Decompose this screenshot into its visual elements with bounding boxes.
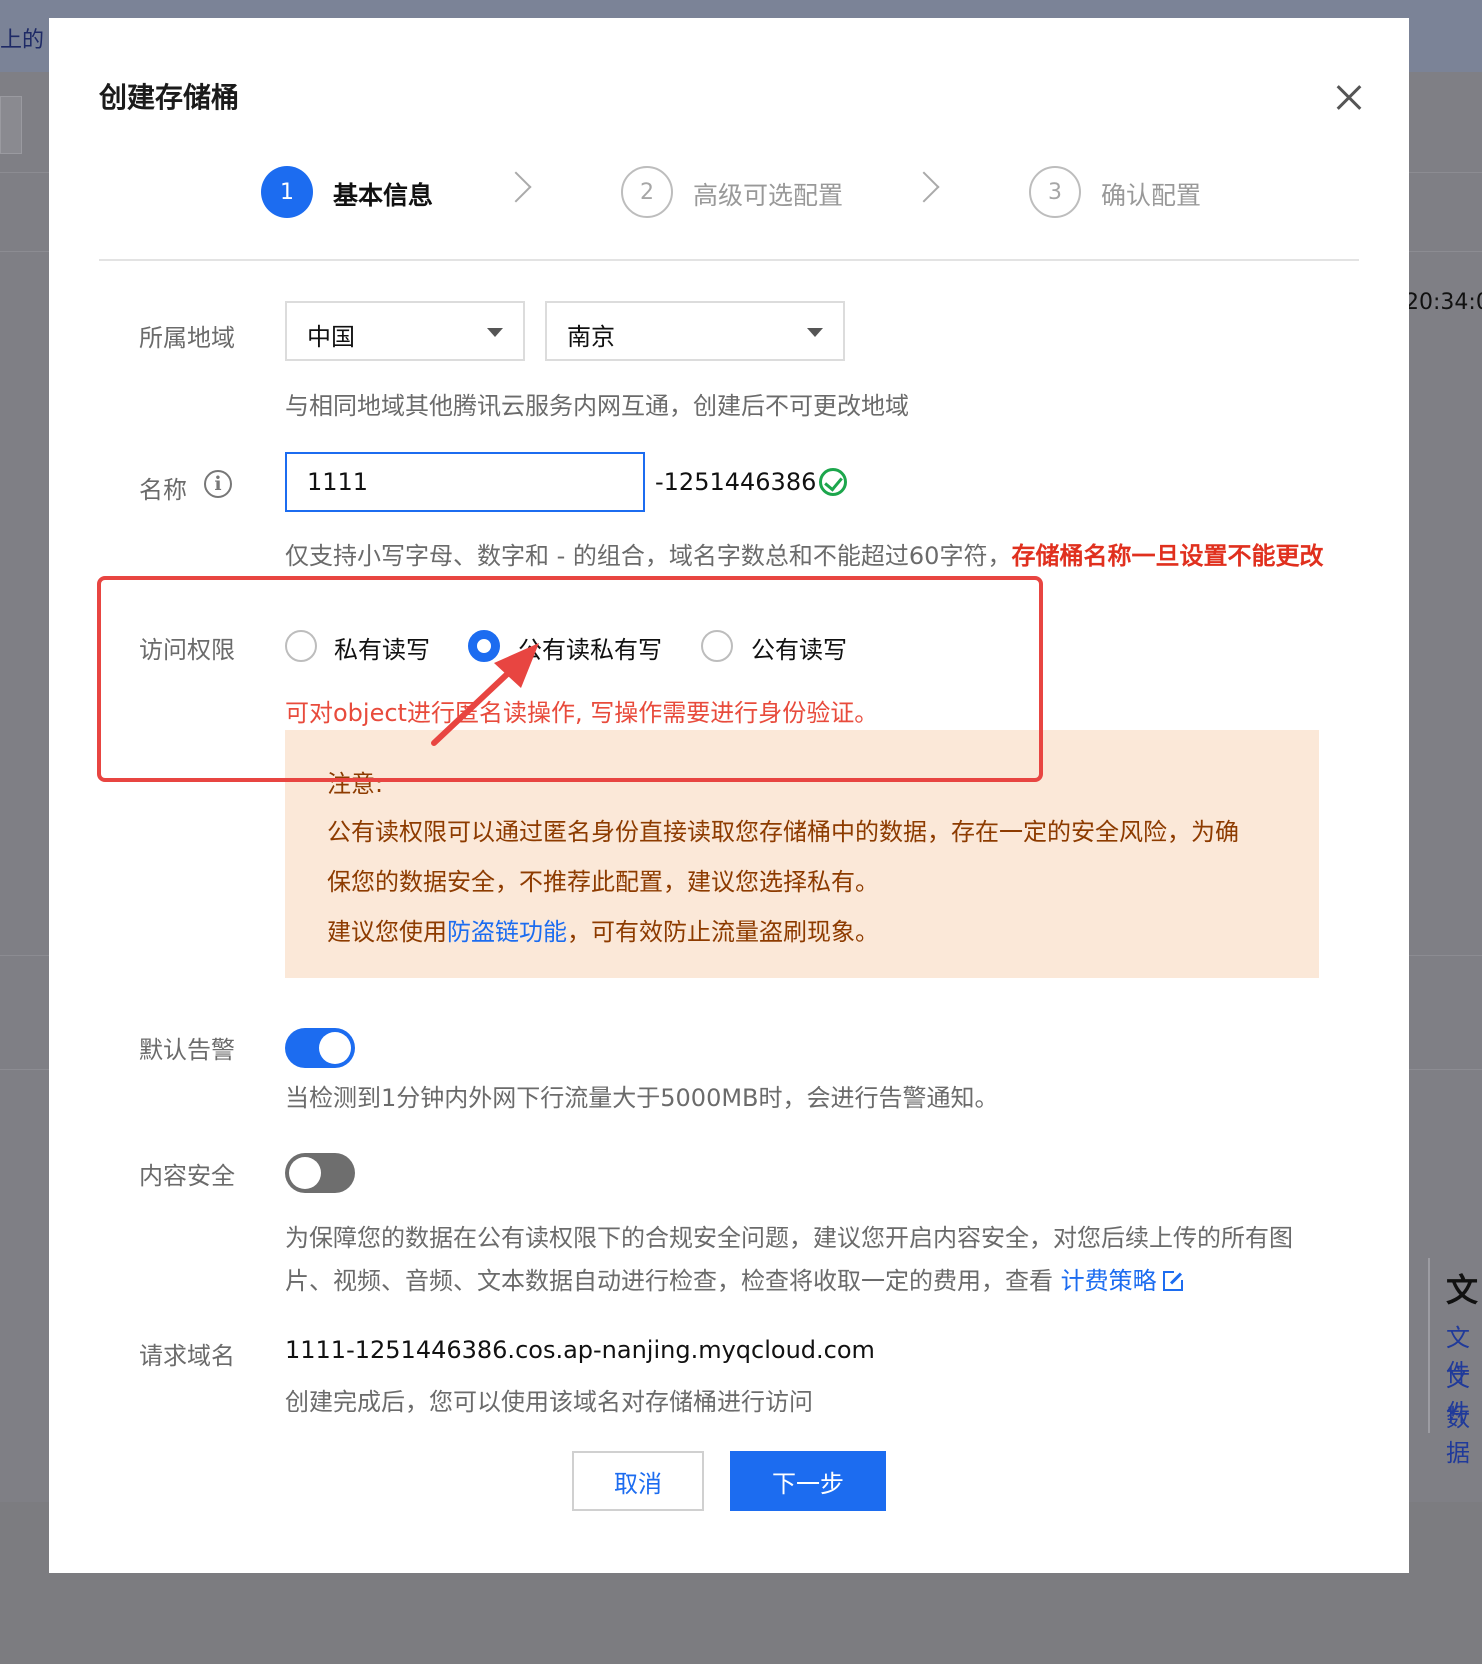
toggle-knob [319, 1032, 351, 1064]
next-button[interactable]: 下一步 [730, 1451, 886, 1511]
caret-down-icon [807, 328, 823, 337]
step-3-label: 确认配置 [1101, 181, 1202, 210]
city-select-value: 南京 [567, 323, 615, 351]
dialog-title: 创建存储桶 [99, 81, 240, 114]
notice-line: 公有读权限可以通过匿名身份直接读取您存储桶中的数据，存在一定的安全风险，为确 [327, 818, 1239, 846]
close-icon[interactable] [1331, 78, 1371, 118]
alarm-help: 当检测到1分钟内外网下行流量大于5000MB时，会进行告警通知。 [285, 1084, 999, 1112]
chevron-right-icon [500, 171, 532, 203]
background-text: 上的 [0, 28, 45, 53]
caret-down-icon [487, 328, 503, 337]
country-select[interactable]: 中国 [285, 301, 525, 361]
step-3-number: 3 [1029, 166, 1081, 218]
alarm-toggle[interactable] [285, 1028, 355, 1068]
bucket-name-input[interactable] [285, 452, 645, 512]
background-input [0, 96, 22, 154]
external-link-icon[interactable] [1162, 1270, 1184, 1291]
divider [99, 259, 1359, 261]
domain-value: 1111-1251446386.cos.ap-nanjing.myqcloud.… [285, 1336, 875, 1364]
notice-line3-suffix: ，可有效防止流量盗刷现象。 [567, 918, 879, 946]
background-card-title: 文 [1446, 1271, 1479, 1309]
content-security-help: 片、视频、音频、文本数据自动进行检查，检查将收取一定的费用，查看 计费策略 [285, 1261, 1184, 1296]
name-help-text: 仅支持小写字母、数字和 - 的组合，域名字数总和不能超过60字符， [285, 542, 1012, 570]
check-circle-icon [819, 468, 847, 496]
notice-line: 建议您使用防盗链功能，可有效防止流量盗刷现象。 [327, 912, 879, 947]
create-bucket-dialog: 创建存储桶 1 基本信息 2 高级可选配置 3 确认配置 所属地域 中国 南京 … [49, 18, 1409, 1573]
cancel-button[interactable]: 取消 [572, 1451, 704, 1511]
stepper: 1 基本信息 2 高级可选配置 3 确认配置 [49, 166, 1409, 222]
step-1-label: 基本信息 [333, 181, 434, 210]
name-help: 仅支持小写字母、数字和 - 的组合，域名字数总和不能超过60字符，存储桶名称一旦… [285, 536, 1323, 571]
info-icon[interactable]: i [204, 470, 232, 498]
alarm-label: 默认告警 [139, 1036, 235, 1064]
background-timestamp: 20:34:0 [1405, 290, 1482, 315]
annotation-highlight-box [97, 576, 1043, 782]
step-1-number: 1 [261, 166, 313, 218]
chevron-right-icon [908, 171, 940, 203]
content-security-toggle[interactable] [285, 1153, 355, 1193]
country-select-value: 中国 [307, 323, 355, 351]
content-security-label: 内容安全 [139, 1162, 235, 1190]
domain-label: 请求域名 [139, 1342, 235, 1370]
name-label: 名称 [139, 476, 187, 504]
name-warning: 存储桶名称一旦设置不能更改 [1011, 542, 1324, 570]
background-card-link: 数据 [1446, 1404, 1470, 1467]
bucket-name-suffix: -1251446386 [655, 468, 817, 496]
notice-line: 保您的数据安全，不推荐此配置，建议您选择私有。 [327, 868, 879, 896]
toggle-knob [289, 1157, 321, 1189]
region-label: 所属地域 [139, 324, 235, 352]
hotlink-protection-link[interactable]: 防盗链功能 [447, 918, 567, 946]
region-help: 与相同地域其他腾讯云服务内网互通，创建后不可更改地域 [285, 392, 909, 420]
notice-line3-prefix: 建议您使用 [327, 918, 447, 946]
content-security-help-text: 片、视频、音频、文本数据自动进行检查，检查将收取一定的费用，查看 [285, 1267, 1053, 1295]
domain-help: 创建完成后，您可以使用该域名对存储桶进行访问 [285, 1388, 813, 1416]
step-2-label: 高级可选配置 [693, 181, 844, 210]
billing-policy-link[interactable]: 计费策略 [1061, 1267, 1157, 1295]
city-select[interactable]: 南京 [545, 301, 845, 361]
content-security-help: 为保障您的数据在公有读权限下的合规安全问题，建议您开启内容安全，对您后续上传的所… [285, 1224, 1293, 1252]
step-2-number: 2 [621, 166, 673, 218]
